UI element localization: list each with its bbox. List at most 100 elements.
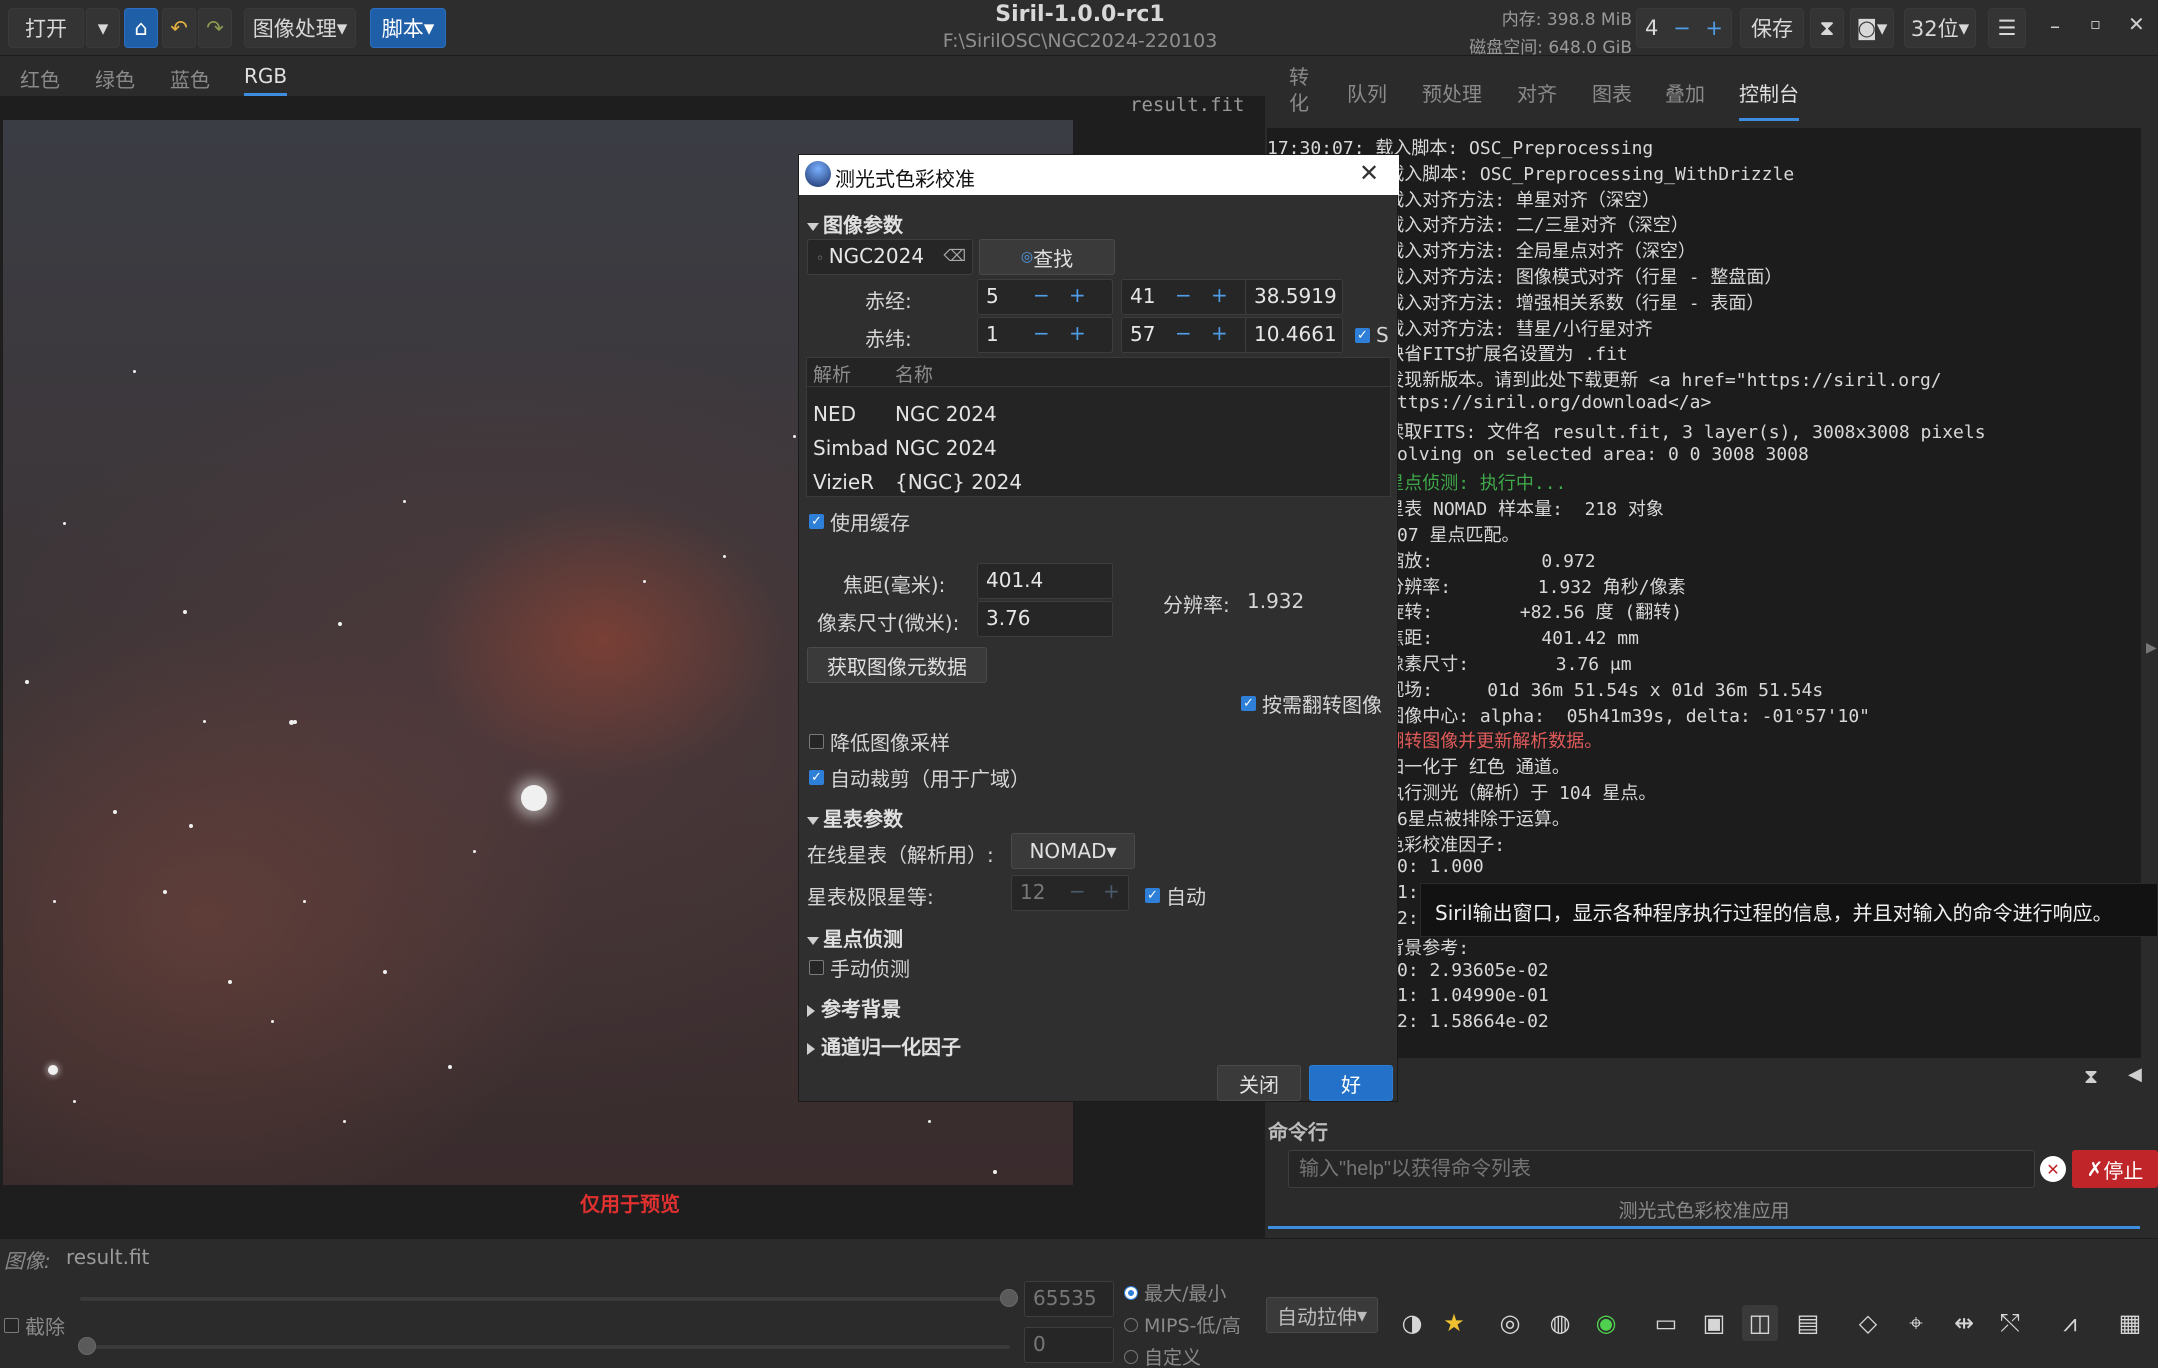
tab-conversion[interactable]: 转化 [1289,64,1313,116]
redo-button[interactable]: ↷ [198,8,232,48]
tab-preprocessing[interactable]: 预处理 [1422,78,1482,107]
chevron-right-icon[interactable]: ▶ [2146,640,2157,656]
max-slider[interactable] [80,1297,1010,1301]
max-value-input[interactable]: 65535 [1024,1281,1114,1317]
save-button[interactable]: 保存 [1740,8,1804,48]
crosshair-icon[interactable]: ⌖ [1898,1305,1934,1341]
tab-console[interactable]: 控制台 [1739,78,1799,121]
maximize-icon[interactable]: ▫ [2090,14,2101,33]
backspace-icon[interactable]: ⌫ [943,246,966,265]
radar-icon[interactable]: ◉ [1588,1305,1624,1341]
clip-checkbox[interactable]: 截除 [4,1311,65,1340]
grid-icon[interactable]: ▣ [1696,1305,1732,1341]
flip-image-checkbox[interactable]: ✓ 按需翻转图像 [1241,689,1382,718]
minus-icon[interactable]: − [1033,283,1050,307]
find-button[interactable]: ◎ 查找 [979,239,1115,275]
recent-dropdown-button[interactable]: ▾ [86,8,120,48]
hamburger-menu-button[interactable]: ☰ [1988,8,2026,48]
close-dialog-icon[interactable]: ✕ [1359,159,1379,187]
bitdepth-dropdown[interactable]: 32位 ▾ [1904,8,1976,48]
contrast-icon[interactable]: ◑ [1394,1305,1430,1341]
focal-length-input[interactable]: 401.4 [977,563,1113,599]
star-icon[interactable]: ★ [1436,1305,1472,1341]
table-row[interactable]: VizieR [813,470,874,494]
tab-green[interactable]: 绿色 [95,64,135,93]
min-value-input[interactable]: 0 [1024,1327,1114,1363]
table-cell[interactable]: NGC 2024 [895,402,997,426]
minus-icon[interactable]: − [1175,283,1192,307]
col-header-resolver[interactable]: 解析 [813,360,851,387]
table-row[interactable]: Simbad [813,436,888,460]
ra-seconds-input[interactable]: 38.5919 [1245,279,1343,315]
image-params-header[interactable]: 图像参数 [807,209,903,238]
min-slider[interactable] [80,1345,1010,1349]
col-header-name[interactable]: 名称 [895,360,933,387]
catalog-params-header[interactable]: 星表参数 [807,803,903,832]
ruler-icon[interactable]: ◇ [1850,1305,1886,1341]
stop-button[interactable]: ✗ 停止 [2072,1150,2158,1188]
minus-icon[interactable]: − [1673,16,1691,40]
snapshot-button[interactable]: ⧗ [1810,8,1844,48]
photometry-icon[interactable]: ◫ [1742,1305,1778,1341]
manual-detection-checkbox[interactable]: 手动侦测 [809,953,910,982]
screenshot-button[interactable]: ◙▾ [1850,8,1894,48]
min-slider-handle[interactable] [78,1337,96,1355]
minimize-icon[interactable]: – [2050,14,2060,38]
tab-rgb[interactable]: RGB [244,64,288,96]
ok-button[interactable]: 好 [1309,1065,1393,1101]
minus-icon[interactable]: − [1069,879,1086,903]
mirror-icon[interactable]: ⇹ [1946,1305,1982,1341]
use-cache-checkbox[interactable]: ✓ 使用缓存 [809,507,910,536]
plus-icon[interactable]: + [1103,879,1120,903]
tab-sequence[interactable]: 队列 [1347,78,1387,107]
minus-icon[interactable]: − [1033,321,1050,345]
document-icon[interactable]: ▤ [1790,1305,1826,1341]
radio-minmax[interactable]: 最大/最小 [1124,1279,1226,1306]
collapse-panel-icon[interactable]: ◀ [2128,1064,2142,1085]
plus-icon[interactable]: + [1705,16,1723,40]
command-input[interactable] [1288,1150,2035,1188]
online-catalog-dropdown[interactable]: NOMAD ▾ [1011,833,1135,869]
close-button[interactable]: 关闭 [1217,1065,1301,1101]
close-window-icon[interactable]: ✕ [2128,12,2145,36]
tab-plot[interactable]: 图表 [1592,78,1632,107]
tab-blue[interactable]: 蓝色 [170,64,210,93]
get-metadata-button[interactable]: 获取图像元数据 [807,647,987,683]
open-button[interactable]: 打开 [8,8,84,48]
undo-button[interactable]: ↶ [162,8,196,48]
table-cell[interactable]: NGC 2024 [895,436,997,460]
chart-icon[interactable]: ⩘ [2052,1305,2088,1341]
autocrop-checkbox[interactable]: ✓ 自动裁剪（用于广域） [809,763,1030,792]
target-icon[interactable]: ◎ [1492,1305,1528,1341]
pixel-size-input[interactable]: 3.76 [977,601,1113,637]
tab-stacking[interactable]: 叠加 [1665,78,1705,107]
star-detection-header[interactable]: 星点侦测 [807,923,903,952]
auto-magnitude-checkbox[interactable]: ✓ 自动 [1145,881,1206,910]
south-checkbox[interactable]: ✓ S [1355,323,1389,347]
table-cell[interactable]: {NGC} 2024 [895,470,1022,494]
plus-icon[interactable]: + [1069,283,1086,307]
channel-normalization-header[interactable]: 通道归一化因子 [807,1031,961,1060]
table-row[interactable]: NED [813,402,856,426]
radio-mips[interactable]: MIPS-低/高 [1124,1311,1241,1338]
downsample-checkbox[interactable]: 降低图像采样 [809,727,950,756]
minus-icon[interactable]: − [1175,321,1192,345]
histogram-button-icon[interactable]: ▭ [1648,1305,1684,1341]
plus-icon[interactable]: + [1069,321,1086,345]
clear-log-icon[interactable]: ⧗ [2084,1064,2098,1088]
object-name-input[interactable]: ◦ NGC2024 ⌫ [807,239,973,275]
plus-icon[interactable]: + [1211,321,1228,345]
reference-background-header[interactable]: 参考背景 [807,993,901,1022]
tab-registration[interactable]: 对齐 [1517,78,1557,107]
stretch-dropdown[interactable]: 自动拉伸 ▾ [1266,1297,1378,1333]
image-processing-menu[interactable]: 图像处理 ▾ [244,8,356,48]
tab-red[interactable]: 红色 [20,64,60,93]
clear-input-icon[interactable]: ✕ [2040,1156,2066,1182]
radio-custom[interactable]: 自定义 [1124,1343,1201,1368]
globe-icon[interactable]: ◍ [1542,1305,1578,1341]
home-button[interactable]: ⌂ [124,8,158,48]
threads-spinner[interactable]: 4 − + [1636,8,1732,48]
layers-icon[interactable]: ▦ [2112,1305,2148,1341]
dec-seconds-input[interactable]: 10.4661 [1245,317,1343,353]
scripts-menu[interactable]: 脚本 ▾ [370,8,446,48]
